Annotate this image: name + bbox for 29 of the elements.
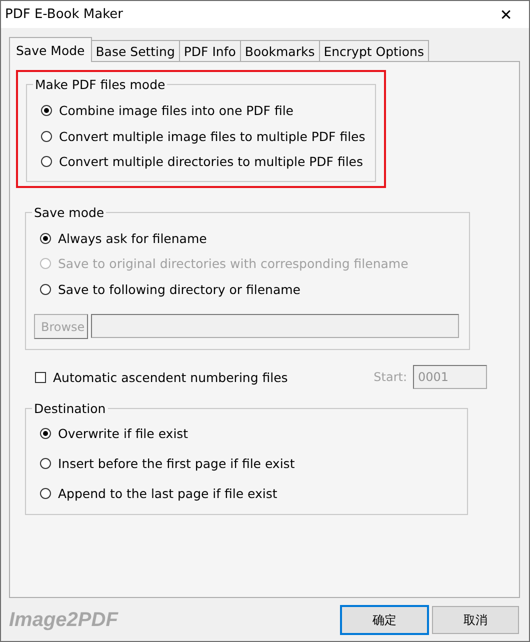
radio-dot[interactable] [40, 488, 51, 498]
radio-option[interactable]: Convert multiple directories to multiple PDF files [41, 149, 366, 174]
radio-option[interactable]: Append to the last page if file exist [40, 478, 457, 508]
ok-button[interactable]: 确定 [341, 606, 428, 634]
radio-dot[interactable] [40, 428, 51, 438]
close-button[interactable]: ✕ [491, 6, 521, 24]
tab[interactable]: Encrypt Options [318, 40, 429, 61]
radio-dot[interactable] [41, 156, 52, 168]
radio-option[interactable]: Convert multiple image files to multiple PDF files [41, 124, 366, 149]
radio-option[interactable]: Combine image files into one PDF file [41, 98, 366, 124]
window-title: PDF E-Book Maker [5, 7, 123, 22]
radio-option[interactable]: Insert before the first page if file exist [40, 448, 457, 478]
tab[interactable]: Save Mode [9, 37, 92, 62]
radio-option[interactable]: Save to following directory or filename [40, 276, 459, 302]
radio-dot[interactable] [41, 105, 52, 116]
cancel-button[interactable]: 取消 [432, 606, 519, 634]
radio-dot[interactable] [41, 130, 52, 142]
radio-option[interactable]: Overwrite if file exist [40, 418, 457, 448]
radio-dot[interactable] [40, 458, 51, 468]
checkbox[interactable] [35, 372, 46, 382]
tab[interactable]: Base Setting [90, 40, 180, 61]
group-title: Destination [33, 401, 107, 416]
radio-option[interactable]: Always ask for filename [40, 226, 459, 251]
group-title: Save mode [33, 204, 106, 220]
radio-dot[interactable] [40, 232, 51, 244]
brand-text: Image2PDF [9, 608, 118, 632]
radio-dot[interactable] [40, 284, 51, 295]
group-title: Make PDF files mode [34, 77, 166, 92]
start-label: Start: [374, 370, 407, 384]
